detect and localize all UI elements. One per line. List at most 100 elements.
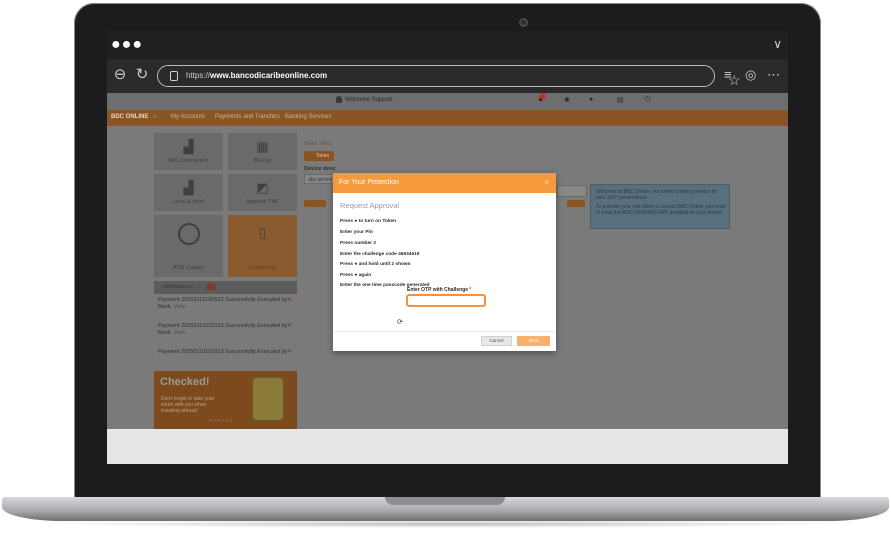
bill-icon: ▦ [256,139,269,154]
camera-icon [519,18,528,27]
modal-header: For Your Protection × [333,173,556,193]
notification-item: Payment 20250116160522 Successfully Exec… [158,297,294,311]
tile-label: Contact Us [248,265,277,271]
close-icon[interactable]: ✕ [287,323,292,330]
transfer-icon: ▟ [183,180,194,195]
power-icon[interactable]: ⏻ [645,96,651,104]
otp-label: Enter OTP with Challenge * [407,287,471,293]
tile-label: BdC Connection [168,158,209,164]
otp-input[interactable] [406,294,486,307]
welcome-text: Welcome Support [345,97,393,103]
promo-text: Don't forget to take your token with you… [161,396,215,414]
view-link[interactable]: View [174,330,186,336]
location-icon [177,223,200,245]
tile-approve-tnf[interactable]: ◩ Approve TNF [228,174,297,211]
token-device-image [252,377,284,421]
tile-contact-us[interactable]: ▯ Contact Us [228,215,297,277]
device-label: Device desc [304,166,336,172]
menu-payments[interactable]: Payments and Transfers [215,114,280,120]
modal-divider [333,331,556,332]
info-text: Welcome to BdC Online, our online bankin… [596,189,718,201]
address-bar[interactable]: https://www.bancodicaribeonline.com ☆ [157,65,741,87]
gear-icon[interactable]: ✱ [564,96,570,104]
close-icon[interactable]: ✕ [287,349,292,356]
previous-button[interactable] [304,200,326,207]
laptop-mockup: ●●● ∨ ⊖ ↻ https://www.bancodicaribeonlin… [0,0,891,542]
lock-icon [170,71,178,81]
token-tab-label: Token [316,153,330,159]
tile-bill-pay[interactable]: ▦ Bill Pay [228,133,297,170]
close-icon[interactable]: ✕ [287,297,292,304]
profile-icon[interactable]: ◎ [745,68,756,82]
browser-toolbar: ⊖ ↻ https://www.bancodicaribeonline.com … [107,59,788,93]
back-icon[interactable]: ⊖ [111,66,129,84]
tile-label: Local & Intrnl [172,199,205,205]
window-controls[interactable]: ●●● [111,36,143,54]
tile-bdc-connection[interactable]: ▟ BdC Connection [154,133,223,170]
chevron-down-icon[interactable]: ∨ [773,37,782,51]
notification-item: Payment 20250110102133 Successfully Exec… [158,323,294,337]
approve-icon: ◩ [256,180,269,195]
instruction-step: Press ● again [340,273,372,278]
instruction-step: Press ● and hold until 2 shown [340,262,411,267]
tile-label: Bill Pay [253,158,272,164]
instruction-step: Press number 2 [340,241,376,246]
notifications-title: Notifications [163,284,193,290]
screen: ●●● ∨ ⊖ ↻ https://www.bancodicaribeonlin… [107,31,788,464]
main-menu: BDC ONLINE ⌂ My Accounts Payments and Tr… [107,110,788,126]
notification-text: Payment 20250110101813 Successfully Exec… [158,349,288,355]
brand-label[interactable]: BDC ONLINE [111,114,148,120]
menu-banking-services[interactable]: Banking Services [285,114,331,120]
help-icon[interactable]: ● [589,96,593,103]
laptop-shadow [40,520,851,528]
notifications-count-badge [206,283,216,291]
carousel-dots[interactable]: ○○○○○○ [209,418,233,424]
info-box: Welcome to BdC Online, our online bankin… [590,184,730,229]
page-content: Welcome Support ▲ ✱ ● ▤ ⏻ BDC ONLINE ⌂ M… [107,93,788,429]
window-titlebar: ●●● ∨ [107,31,788,59]
transfer-icon: ▟ [183,139,194,154]
token-tab[interactable]: Token [304,151,334,161]
url-prefix: https:// [186,71,211,80]
notifications-panel: Notifications Payment 20250116160522 Suc… [154,281,297,367]
url-domain: www.bancodicaribeonline.com [210,71,328,80]
print-icon[interactable]: ▤ [617,96,624,104]
close-icon[interactable]: × [544,178,549,187]
instruction-step: Enter your Pin [340,230,373,235]
notification-item: Payment 20250110101813 Successfully Exec… [158,349,294,356]
user-icon [336,96,342,103]
page-footer-area [107,429,788,464]
instruction-step: Enter the challenge code 46634619 [340,252,420,257]
required-marker: * [469,287,472,293]
promo-title: Checked! [160,376,210,388]
tile-label: ATM Locator [172,265,205,271]
refresh-icon[interactable]: ↻ [133,66,151,84]
menu-my-accounts[interactable]: My Accounts [171,114,205,120]
otp-label-text: Enter OTP with Challenge [407,287,469,293]
phone-icon: ▯ [258,225,267,240]
cancel-button[interactable]: Cancel [481,336,512,346]
top-strip: Welcome Support ▲ ✱ ● ▤ ⏻ [107,93,788,110]
more-icon[interactable]: ⋯ [767,68,780,82]
device-value: abs iphone [308,177,333,183]
modal-heading: Request Approval [340,201,400,210]
promo-banner[interactable]: Checked! Don't forget to take your token… [154,371,297,429]
notifications-header: Notifications [154,281,297,294]
protection-modal: For Your Protection × Request Approval P… [333,173,556,351]
modal-title: For Your Protection [339,179,399,186]
info-text: To activate your soft token to access Bd… [596,204,726,216]
next-page-button[interactable] [567,200,585,207]
breadcrumb[interactable]: Home > Acc [304,141,331,147]
instruction-step: Press ● to turn on Token [340,219,397,224]
tile-atm-locator[interactable]: ATM Locator [154,215,223,277]
loading-spinner-icon: ⟳ [397,319,403,326]
tile-label: Approve TNF [246,199,279,205]
menu-icon[interactable]: ≡ [724,68,732,82]
tile-local-intrnl[interactable]: ▟ Local & Intrnl [154,174,223,211]
home-icon[interactable]: ⌂ [153,114,157,120]
bell-icon[interactable]: ▲ [537,96,544,103]
laptop-notch [385,497,505,505]
search-field[interactable] [557,185,587,197]
next-button[interactable]: Next [517,336,550,346]
view-link[interactable]: View [174,304,186,310]
